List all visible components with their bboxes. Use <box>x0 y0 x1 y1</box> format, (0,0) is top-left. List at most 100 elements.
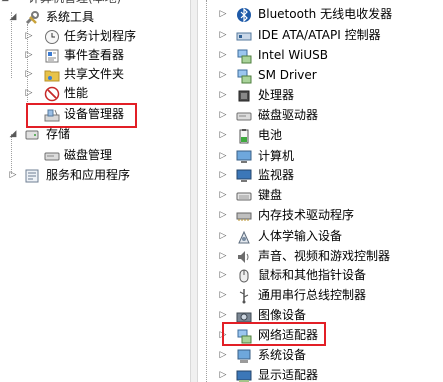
pane-splitter[interactable] <box>190 0 198 382</box>
device-category-display-adapter[interactable]: ▷ 显示适配器 <box>198 366 443 382</box>
shared-folder-icon <box>44 70 60 82</box>
sound-icon <box>238 251 249 263</box>
tree-item-label: 计算机管理(本地) <box>28 0 121 8</box>
expanded-arrow-icon[interactable]: ◢ <box>8 125 18 144</box>
device-category-network-device[interactable]: ▷ Intel WiUSB <box>198 46 443 65</box>
device-category-computer[interactable]: ▷ 计算机 <box>198 147 443 166</box>
disk-icon <box>44 152 60 161</box>
device-category-processor[interactable]: ▷ 处理器 <box>198 86 443 105</box>
device-category-disk-drive[interactable]: ▷ 磁盘驱动器 <box>198 106 443 125</box>
keyboard-icon <box>236 192 252 201</box>
collapsed-arrow-icon[interactable]: ▷ <box>218 106 228 125</box>
device-category-label: Bluetooth 无线电收发器 <box>258 7 393 21</box>
collapsed-arrow-icon[interactable]: ▷ <box>218 266 228 285</box>
device-category-memory-tech[interactable]: ▷ 内存技术驱动程序 <box>198 206 443 225</box>
tree-item-storage[interactable]: ◢ 存储 <box>0 125 190 144</box>
device-category-label: SM Driver <box>258 68 317 82</box>
device-category-label: 电池 <box>258 128 283 142</box>
collapsed-arrow-icon[interactable]: ▷ <box>24 27 34 46</box>
collapsed-arrow-icon[interactable]: ▷ <box>218 26 228 45</box>
disk-drive-icon <box>236 112 252 121</box>
collapsed-arrow-icon[interactable]: ▷ <box>24 65 34 84</box>
device-category-label: 键盘 <box>258 188 283 202</box>
collapsed-arrow-icon[interactable]: ▷ <box>218 166 228 185</box>
tree-item-system-tools[interactable]: ◢ 系统工具 <box>0 8 190 27</box>
collapsed-arrow-icon[interactable]: ▷ <box>218 247 228 266</box>
device-category-label: 磁盘驱动器 <box>258 108 319 122</box>
collapsed-arrow-icon[interactable]: ▷ <box>218 346 228 365</box>
clock-icon <box>45 30 59 44</box>
collapsed-arrow-icon[interactable]: ▷ <box>218 206 228 225</box>
memory-tech-icon <box>236 212 252 221</box>
device-category-keyboard[interactable]: ▷ 键盘 <box>198 186 443 205</box>
collapsed-arrow-icon[interactable]: ▷ <box>24 84 34 103</box>
device-category-label: 系统设备 <box>258 348 307 362</box>
collapsed-arrow-icon[interactable]: ▷ <box>218 126 228 145</box>
collapsed-arrow-icon[interactable]: ▷ <box>8 166 18 185</box>
device-category-battery[interactable]: ▷ 电池 <box>198 126 443 145</box>
tree-item-label: 系统工具 <box>46 10 95 24</box>
collapsed-arrow-icon[interactable]: ▷ <box>218 227 228 246</box>
collapsed-arrow-icon[interactable]: ▷ <box>218 46 228 65</box>
mouse-icon <box>239 269 249 283</box>
device-category-label: 计算机 <box>258 149 295 163</box>
tree-item-label: 性能 <box>64 86 89 100</box>
performance-icon <box>44 86 60 102</box>
ide-controller-icon <box>236 32 252 41</box>
tree-item-label: 存储 <box>46 127 71 141</box>
device-category-bluetooth[interactable]: ▷ Bluetooth 无线电收发器 <box>198 5 443 24</box>
collapsed-arrow-icon[interactable]: ▷ <box>24 46 34 65</box>
device-category-mouse[interactable]: ▷ 鼠标和其他指针设备 <box>198 266 443 285</box>
collapsed-arrow-icon[interactable]: ▷ <box>218 86 228 105</box>
device-tree-pane: ▷ Bluetooth 无线电收发器 ▷ IDE ATA/ATAPI 控制器 ▷ Inte… <box>198 0 443 382</box>
system-device-icon <box>237 349 251 363</box>
navigation-pane: ◢ 计算机管理(本地) ◢ 系统工具 ▷ 任务计划程序 ▷ 事件查看器 ▷ <box>0 0 190 382</box>
tree-item-label: 磁盘管理 <box>64 148 113 162</box>
tree-item-event-viewer[interactable]: ▷ 事件查看器 <box>0 46 190 65</box>
device-category-system-device[interactable]: ▷ 系统设备 <box>198 346 443 365</box>
network-device-icon <box>237 49 252 64</box>
device-category-label: 显示适配器 <box>258 368 319 382</box>
event-log-icon <box>45 49 59 63</box>
device-category-label: 人体学输入设备 <box>258 229 343 243</box>
tree-item-label: 事件查看器 <box>64 48 125 62</box>
device-category-label: Intel WiUSB <box>258 48 328 62</box>
services-icon <box>25 169 39 183</box>
device-category-label: 处理器 <box>258 88 295 102</box>
device-category-network-device[interactable]: ▷ SM Driver <box>198 66 443 85</box>
device-category-sound[interactable]: ▷ 声音、视频和游戏控制器 <box>198 247 443 266</box>
collapsed-arrow-icon[interactable]: ▷ <box>218 186 228 205</box>
collapsed-arrow-icon[interactable]: ▷ <box>218 5 228 24</box>
collapsed-arrow-icon[interactable]: ▷ <box>218 66 228 85</box>
tree-item-task-scheduler[interactable]: ▷ 任务计划程序 <box>0 27 190 46</box>
collapse-arrow-icon[interactable]: ◢ <box>0 0 10 8</box>
device-category-label: 监视器 <box>258 168 295 182</box>
tree-item-label: 共享文件夹 <box>64 67 125 81</box>
network-device-icon <box>237 69 252 84</box>
computer-icon <box>236 150 252 163</box>
collapsed-arrow-icon[interactable]: ▷ <box>218 286 228 305</box>
highlight-box <box>222 322 326 346</box>
collapsed-arrow-icon[interactable]: ▷ <box>218 366 228 382</box>
tree-item-disk-management[interactable]: 磁盘管理 <box>0 146 190 165</box>
tree-item-services-apps[interactable]: ▷ 服务和应用程序 <box>0 166 190 185</box>
collapsed-arrow-icon[interactable]: ▷ <box>218 147 228 166</box>
monitor-icon <box>236 169 252 182</box>
hid-icon <box>238 230 250 244</box>
expanded-arrow-icon[interactable]: ◢ <box>8 8 18 27</box>
device-category-label: IDE ATA/ATAPI 控制器 <box>258 28 381 42</box>
device-category-label: 声音、视频和游戏控制器 <box>258 249 391 263</box>
device-category-monitor[interactable]: ▷ 监视器 <box>198 166 443 185</box>
tree-item-label: 任务计划程序 <box>64 29 137 43</box>
display-adapter-icon <box>236 370 252 382</box>
tree-item-performance[interactable]: ▷ 性能 <box>0 84 190 103</box>
device-category-usb-controller[interactable]: ▷ 通用串行总线控制器 <box>198 286 443 305</box>
device-category-ide-controller[interactable]: ▷ IDE ATA/ATAPI 控制器 <box>198 26 443 45</box>
device-category-hid[interactable]: ▷ 人体学输入设备 <box>198 227 443 246</box>
storage-icon <box>25 130 39 140</box>
tree-item-label: 服务和应用程序 <box>46 168 131 182</box>
device-category-label: 内存技术驱动程序 <box>258 208 355 222</box>
device-category-label: 鼠标和其他指针设备 <box>258 268 367 282</box>
tree-item-shared-folders[interactable]: ▷ 共享文件夹 <box>0 65 190 84</box>
battery-icon <box>239 129 249 144</box>
